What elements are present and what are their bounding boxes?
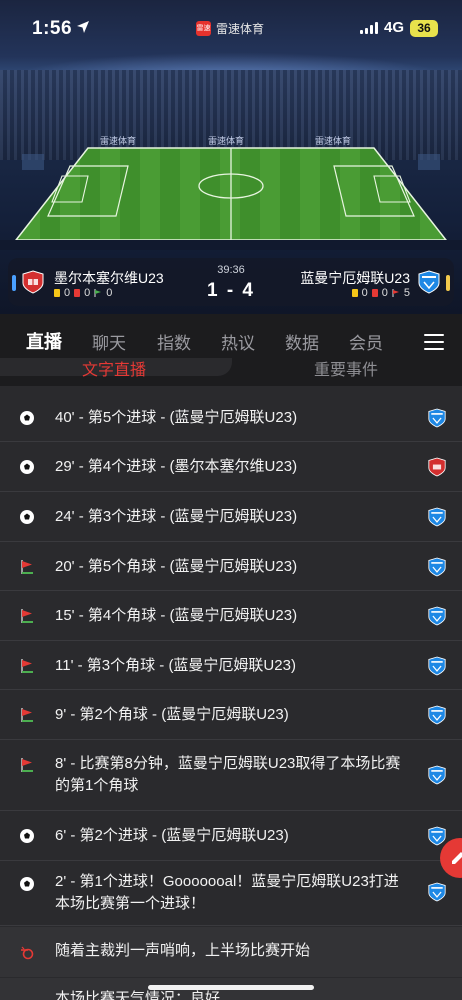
event-text: 6' - 第2个进球 - (蓝曼宁厄姆联U23) bbox=[55, 827, 289, 844]
away-team-crest bbox=[428, 765, 446, 785]
pitch-illustration bbox=[0, 147, 462, 250]
yellow-card-icon bbox=[351, 289, 358, 297]
home-indicator[interactable] bbox=[148, 985, 314, 990]
tab-discussion[interactable]: 热议 bbox=[221, 329, 255, 354]
main-tabs: 直播 聊天 指数 热议 数据 会员 bbox=[0, 314, 462, 364]
event-row: 6' - 第2个进球 - (蓝曼宁厄姆联U23) bbox=[0, 812, 462, 861]
event-text: 29' - 第4个进球 - (墨尔本塞尔维U23) bbox=[55, 458, 298, 475]
whistle-icon bbox=[21, 946, 34, 960]
away-team-crest bbox=[428, 705, 446, 725]
brand-logo: 雷速 bbox=[196, 21, 211, 36]
event-row: 11' - 第3个角球 - (蓝曼宁厄姆联U23) bbox=[0, 642, 462, 690]
corner-flag-icon bbox=[21, 609, 33, 623]
tab-live[interactable]: 直播 bbox=[26, 328, 62, 354]
event-text: 40' - 第5个进球 - (蓝曼宁厄姆联U23) bbox=[55, 409, 298, 426]
away-team-crest bbox=[428, 408, 446, 428]
corner-flag-icon bbox=[21, 560, 33, 574]
corner-flag-icon bbox=[21, 708, 33, 722]
match-header: 1:56 雷速 雷速体育 4G 36 雷速体育 雷速体育 雷速体育 墨尔本塞尔维… bbox=[0, 0, 462, 314]
away-corner-count: 5 bbox=[403, 287, 410, 299]
soccer-ball-icon bbox=[20, 411, 34, 425]
away-team-crest bbox=[428, 656, 446, 676]
event-text: 11' - 第3个角球 - (蓝曼宁厄姆联U23) bbox=[55, 657, 296, 674]
sub-tabs: 文字直播 重要事件 bbox=[0, 358, 462, 386]
event-text: 20' - 第5个角球 - (蓝曼宁厄姆联U23) bbox=[55, 558, 298, 575]
event-row: 24' - 第3个进球 - (蓝曼宁厄姆联U23) bbox=[0, 493, 462, 542]
away-stats: 0 0 5 bbox=[351, 287, 410, 299]
tab-membership[interactable]: 会员 bbox=[349, 329, 383, 354]
subtab-key-events-label: 重要事件 bbox=[314, 362, 379, 379]
event-row: 20' - 第5个角球 - (蓝曼宁厄姆联U23) bbox=[0, 543, 462, 591]
tab-odds[interactable]: 指数 bbox=[157, 329, 191, 354]
soccer-ball-icon bbox=[20, 877, 34, 891]
subtab-text-live-label: 文字直播 bbox=[82, 362, 147, 379]
brand-name: 雷速体育 bbox=[216, 22, 265, 36]
status-bar: 1:56 雷速 雷速体育 4G 36 bbox=[0, 0, 462, 58]
event-text: 9' - 第2个角球 - (蓝曼宁厄姆联U23) bbox=[55, 706, 289, 723]
away-accent bbox=[446, 275, 450, 291]
tab-chat[interactable]: 聊天 bbox=[92, 329, 126, 354]
corner-flag-icon bbox=[21, 659, 33, 673]
event-text: 2' - 第1个进球！Gooooooal！蓝曼宁厄姆联U23打进本场比赛第一个进… bbox=[55, 873, 399, 912]
location-arrow-icon bbox=[77, 21, 89, 33]
app-brand: 雷速 雷速体育 bbox=[196, 20, 264, 37]
soccer-ball-icon bbox=[20, 829, 34, 843]
event-text: 随着主裁判一声哨响，上半场比赛开始 bbox=[55, 942, 311, 959]
battery-indicator: 36 bbox=[410, 20, 438, 37]
menu-icon[interactable] bbox=[424, 334, 444, 350]
scoreboard: 墨尔本塞尔维U23 0 0 0 39:36 1 - 4 蓝曼宁厄姆联U23 0 … bbox=[8, 258, 454, 306]
event-text: 8' - 比赛第8分钟，蓝曼宁厄姆联U23取得了本场比赛的第1个角球 bbox=[55, 755, 401, 794]
event-row: 15' - 第4个角球 - (蓝曼宁厄姆联U23) bbox=[0, 592, 462, 641]
corner-flag-icon bbox=[392, 289, 399, 297]
away-team-crest bbox=[428, 826, 446, 846]
event-row: 2' - 第1个进球！Gooooooal！蓝曼宁厄姆联U23打进本场比赛第一个进… bbox=[0, 862, 462, 926]
network-type: 4G bbox=[384, 19, 405, 36]
red-card-icon bbox=[371, 289, 378, 297]
home-team-crest bbox=[428, 457, 446, 477]
event-text: 15' - 第4个角球 - (蓝曼宁厄姆联U23) bbox=[55, 607, 298, 624]
corner-flag-icon bbox=[21, 758, 33, 772]
soccer-ball-icon bbox=[20, 510, 34, 524]
soccer-ball-icon bbox=[20, 460, 34, 474]
event-row: 29' - 第4个进球 - (墨尔本塞尔维U23) bbox=[0, 443, 462, 492]
event-row: 40' - 第5个进球 - (蓝曼宁厄姆联U23) bbox=[0, 394, 462, 442]
event-row: 8' - 比赛第8分钟，蓝曼宁厄姆联U23取得了本场比赛的第1个角球 bbox=[0, 741, 462, 811]
away-team-crest bbox=[428, 606, 446, 626]
event-text: 24' - 第3个进球 - (蓝曼宁厄姆联U23) bbox=[55, 508, 298, 525]
away-team-crest bbox=[428, 507, 446, 527]
away-team-crest bbox=[428, 557, 446, 577]
live-text-feed: 40' - 第5个进球 - (蓝曼宁厄姆联U23) 29' - 第4个进球 - … bbox=[0, 386, 462, 1000]
away-team-name: 蓝曼宁厄姆联U23 bbox=[300, 270, 410, 286]
event-row: 9' - 第2个角球 - (蓝曼宁厄姆联U23) bbox=[0, 691, 462, 740]
tab-data[interactable]: 数据 bbox=[285, 329, 319, 354]
away-team-crest bbox=[418, 270, 440, 294]
edit-icon bbox=[452, 852, 462, 864]
away-yellow-count: 0 bbox=[361, 287, 368, 299]
away-red-count: 0 bbox=[381, 287, 388, 299]
signal-icon bbox=[360, 22, 378, 34]
event-row: 随着主裁判一声哨响，上半场比赛开始 bbox=[0, 927, 462, 977]
status-time: 1:56 bbox=[32, 18, 73, 39]
away-team-crest bbox=[428, 882, 446, 902]
